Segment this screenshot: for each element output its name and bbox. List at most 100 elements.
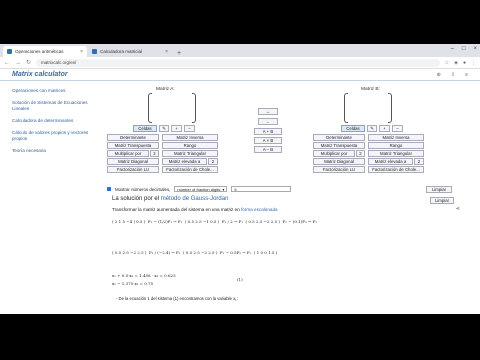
minimize-icon[interactable]: – bbox=[451, 46, 454, 52]
new-tab-button[interactable]: + bbox=[173, 50, 185, 57]
matrix-step: ( 0.5 2.5 −2 2.5 ) bbox=[182, 250, 218, 255]
a-transpose-button[interactable]: Matriz Transpuesta bbox=[107, 142, 159, 149]
fraction-digits-select[interactable]: number of fraction digits: ▾ bbox=[174, 186, 228, 192]
a-cholesky-button[interactable]: Factorización de Chole... bbox=[162, 166, 218, 173]
b-inverse-button[interactable]: Matriz Inversa bbox=[368, 134, 424, 141]
matrix-step: ( 2 1 5 −4 | 0.5 ) bbox=[112, 219, 146, 224]
a-lu-button[interactable]: Factorización LU bbox=[107, 166, 159, 173]
b-power-button[interactable]: Matriz elevada a bbox=[368, 158, 413, 165]
matrix-b-cells-button[interactable]: Celdas bbox=[341, 125, 365, 132]
matrix-a-clear-icon[interactable]: ✎ bbox=[159, 125, 169, 132]
site-title[interactable]: Matrix calculator bbox=[12, 71, 68, 78]
browser-tabstrip: Operaciones aritméticas × Calculadora ma… bbox=[0, 44, 480, 57]
b-power-value[interactable]: 2 bbox=[414, 158, 424, 165]
share-icon[interactable]: ⋖ bbox=[456, 206, 460, 212]
row-operation: F₁ / 2 → F₁ bbox=[221, 219, 243, 224]
matrix-a-input[interactable] bbox=[148, 93, 196, 123]
a-power-value[interactable]: 2 bbox=[208, 158, 218, 165]
matrix-b-clear-icon[interactable]: ✎ bbox=[367, 125, 377, 132]
resize-handle-icon[interactable]: ⋰ bbox=[392, 119, 396, 124]
clear-options-button[interactable]: Limpiar bbox=[426, 186, 452, 193]
resize-handle-icon[interactable]: ⋰ bbox=[196, 119, 200, 124]
equation-line-1: x₁ + 0.5·x₃ = 1.458 · x₃ = 0.625 bbox=[112, 273, 176, 278]
row-operation: F₁ − 0.5F₂ → F₁ bbox=[219, 250, 252, 255]
reload-icon[interactable]: ↻ bbox=[26, 59, 31, 66]
a-diagonal-button[interactable]: Matriz Diagonal bbox=[107, 158, 159, 165]
b-multiply-value[interactable]: 2 bbox=[356, 150, 365, 157]
maximize-icon[interactable]: □ bbox=[462, 46, 466, 52]
a-times-b-button[interactable]: A × B bbox=[254, 137, 282, 144]
sidebar-item-linear-systems[interactable]: Solución de Sistemas de Ecuaciones Linea… bbox=[12, 100, 92, 112]
url-field[interactable]: matrixcalc.org/es/ bbox=[36, 58, 440, 67]
gauss-jordan-link[interactable]: método de Gauss-Jordan bbox=[161, 196, 229, 202]
a-determinant-button[interactable]: Determinante bbox=[107, 134, 159, 141]
equation-number: (1) bbox=[237, 277, 243, 282]
copy-button[interactable]: ← bbox=[258, 118, 278, 125]
back-icon[interactable]: ← bbox=[4, 60, 10, 66]
show-decimals-label: Mostrar números decimales, bbox=[115, 186, 171, 192]
clear-solution-button[interactable]: Limpiar bbox=[430, 197, 454, 204]
b-diagonal-button[interactable]: Matriz Diagonal bbox=[313, 158, 365, 165]
a-inverse-button[interactable]: Matriz Inversa bbox=[162, 134, 218, 141]
b-rank-button[interactable]: Rango bbox=[368, 142, 424, 149]
transform-instruction: Transformar la matriz aumentada del sist… bbox=[112, 207, 278, 212]
sidebar-item-operations[interactable]: Operaciones con matrices bbox=[12, 88, 92, 94]
matrix-step: ( 1 0 0 1.5 ) bbox=[253, 250, 278, 255]
a-rank-button[interactable]: Rango bbox=[162, 142, 218, 149]
a-triangular-button[interactable]: Matriz Triangular bbox=[162, 150, 218, 157]
matrix-b-add-button[interactable]: + bbox=[379, 125, 390, 132]
matrix-b-remove-button[interactable]: – bbox=[392, 125, 403, 132]
matrix-step: ( 0.5 2.5 −2 2.5 ) bbox=[245, 219, 280, 224]
b-multiply-button[interactable]: Multiplicar por bbox=[313, 150, 355, 157]
b-transpose-button[interactable]: Matriz Transpuesta bbox=[313, 142, 365, 149]
share-icon[interactable]: ⇪ bbox=[451, 72, 455, 78]
echelon-form-link[interactable]: forma escalonada bbox=[241, 207, 278, 212]
favicon-icon bbox=[7, 49, 12, 54]
sidebar-item-eigenvalues[interactable]: Cálculo de valores propios y vectores pr… bbox=[12, 130, 92, 142]
tab-title: Calculadora matricial bbox=[100, 49, 143, 54]
language-icon[interactable]: ⊕ bbox=[437, 72, 441, 78]
extensions-icon[interactable]: ◈ bbox=[454, 60, 458, 66]
matrix-a-cells-button[interactable]: Celdas bbox=[133, 125, 157, 132]
a-minus-b-button[interactable]: A – B bbox=[254, 146, 282, 153]
b-cholesky-button[interactable]: Factorización de Chole... bbox=[368, 166, 424, 173]
tab-title: Operaciones aritméticas bbox=[15, 49, 64, 54]
sidebar-item-theory[interactable]: Teoría necesaria bbox=[12, 148, 92, 154]
header-icons: ⊕ ⇪ ≡ bbox=[437, 72, 468, 78]
black-letterbox bbox=[0, 314, 480, 360]
site-header: Matrix calculator ⊕ ⇪ ≡ bbox=[0, 69, 480, 81]
forward-icon[interactable]: → bbox=[15, 60, 21, 66]
b-determinant-button[interactable]: Determinante bbox=[313, 134, 365, 141]
solution-footnote: - De la ecuación 1 del sistema (1) encon… bbox=[116, 296, 238, 301]
gauss-step-row-1: ( 2 1 5 −4 | 0.5 ) F₂ − (1/2)F₁ → F₂ ( 0… bbox=[112, 219, 317, 224]
close-tab-icon[interactable]: × bbox=[80, 49, 83, 55]
b-lu-button[interactable]: Factorización LU bbox=[313, 166, 365, 173]
close-tab-icon[interactable]: × bbox=[165, 49, 168, 55]
sidebar-item-determinants[interactable]: Calculadora de determinantes bbox=[12, 118, 92, 124]
menu-icon[interactable]: ≡ bbox=[465, 72, 468, 78]
matrix-a-remove-button[interactable]: – bbox=[184, 125, 195, 132]
a-multiply-value[interactable]: 2 bbox=[150, 150, 159, 157]
fraction-digits-input[interactable]: 5 bbox=[231, 186, 292, 192]
star-icon[interactable]: ☆ bbox=[445, 60, 449, 66]
matrix-a-label: Matriz A: bbox=[156, 87, 175, 92]
gauss-step-row-2: ( 0.5 2.5 −2 2.5 ) F₂ / (−2.4) → F₂ ( 0.… bbox=[112, 250, 277, 255]
profile-icon[interactable]: ● bbox=[463, 60, 466, 66]
favicon-icon bbox=[92, 49, 97, 54]
row-operation: F₂ − (1/2)F₁ → F₂ bbox=[147, 219, 183, 224]
show-decimals-checkbox[interactable] bbox=[107, 187, 111, 191]
a-power-button[interactable]: Matriz elevada a bbox=[162, 158, 207, 165]
b-triangular-button[interactable]: Matriz Triangular bbox=[368, 150, 424, 157]
a-plus-b-button[interactable]: A + B bbox=[254, 128, 282, 135]
matrix-a-add-button[interactable]: + bbox=[171, 125, 182, 132]
screen-frame: Operaciones aritméticas × Calculadora ma… bbox=[0, 44, 480, 314]
swap-button[interactable]: ↔ bbox=[258, 108, 278, 115]
row-operation: F₂ / (−2.4) → F₂ bbox=[149, 250, 181, 255]
browser-tab-2[interactable]: Calculadora matricial × bbox=[88, 46, 172, 57]
close-window-icon[interactable]: × bbox=[473, 46, 477, 52]
browser-tab-1[interactable]: Operaciones aritméticas × bbox=[3, 46, 87, 57]
matrix-step: ( 0.5 2.5 −2 2.5 ) bbox=[112, 250, 147, 255]
menu-icon[interactable]: ⋮ bbox=[471, 60, 476, 66]
a-multiply-button[interactable]: Multiplicar por bbox=[107, 150, 149, 157]
matrix-b-input[interactable] bbox=[344, 93, 392, 123]
